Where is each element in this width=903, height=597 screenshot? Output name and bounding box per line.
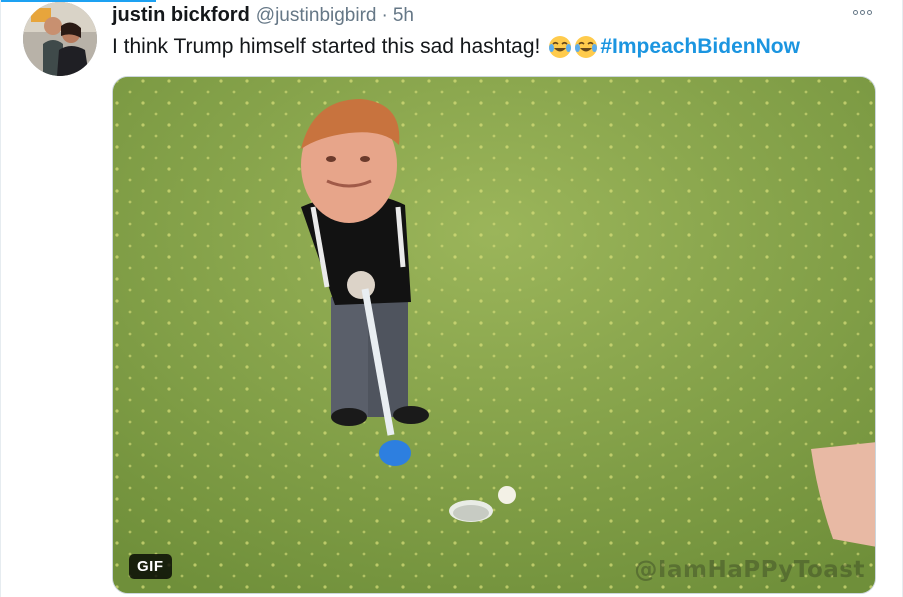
- timestamp[interactable]: 5h: [393, 1, 414, 31]
- watermark-text: @IamHaPPyToast: [634, 557, 865, 583]
- user-handle[interactable]: @justinbigbird: [256, 1, 377, 31]
- avatar-photo: [23, 2, 97, 76]
- tweet-text: I think Trump himself started this sad h…: [112, 32, 890, 62]
- display-name[interactable]: justin bickford: [112, 0, 250, 30]
- tweet-text-content: I think Trump himself started this sad h…: [112, 35, 541, 58]
- tweet-body: justin bickford @justinbigbird · 5h I th…: [112, 0, 890, 62]
- tweet-header: justin bickford @justinbigbird · 5h: [112, 0, 890, 30]
- tweet-card[interactable]: justin bickford @justinbigbird · 5h I th…: [0, 0, 903, 597]
- separator-dot: ·: [381, 5, 388, 26]
- gif-media[interactable]: GIF @IamHaPPyToast: [112, 76, 876, 594]
- tears-of-joy-emoji-icon: [575, 36, 598, 58]
- tears-of-joy-emoji-icon: [549, 36, 572, 58]
- more-options-icon[interactable]: [853, 10, 872, 15]
- gif-frame-image: [113, 77, 875, 593]
- gif-badge: GIF: [129, 554, 172, 579]
- avatar[interactable]: [23, 2, 97, 76]
- hashtag-link[interactable]: #ImpeachBidenNow: [600, 32, 800, 62]
